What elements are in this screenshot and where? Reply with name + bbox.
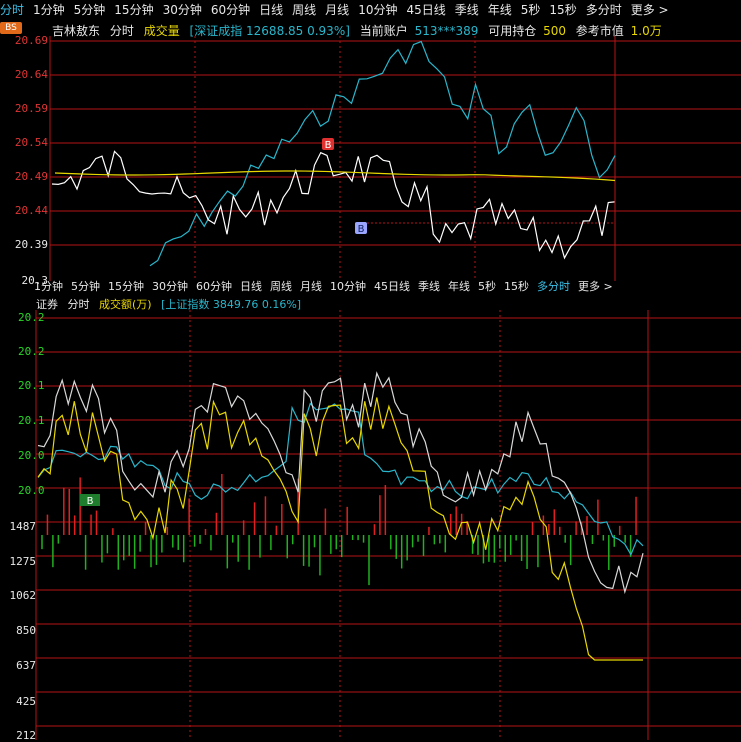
top-tab-10[interactable]: 45日线 xyxy=(406,1,445,18)
top-tab-6[interactable]: 日线 xyxy=(259,1,283,18)
volume-axis-tick: 637 xyxy=(16,659,36,672)
bottom-tab-7[interactable]: 月线 xyxy=(300,278,322,294)
bottom-tab-13[interactable]: 15秒 xyxy=(504,278,529,294)
volume-axis-tick: 1275 xyxy=(9,555,37,568)
bottom-price-tick: 20.2 xyxy=(18,345,45,358)
bottom-intraday-chart[interactable]: B xyxy=(0,310,741,740)
bottom-tab-10[interactable]: 季线 xyxy=(418,278,440,294)
bottom-tab-11[interactable]: 年线 xyxy=(448,278,470,294)
top-period-tabs: 分时 1分钟 5分钟 15分钟 30分钟 60分钟 日线 周线 月线 10分钟 45日线 季线 年线 5秒… xyxy=(0,0,678,18)
bottom-price-tick: 20.0 xyxy=(18,449,45,462)
bottom-price-tick: 20.1 xyxy=(18,379,45,392)
bottom-tab-0[interactable]: 1分钟 xyxy=(34,278,63,294)
bottom-price-tick: 20.0 xyxy=(18,484,45,497)
bottom-tab-4[interactable]: 60分钟 xyxy=(196,278,232,294)
top-tab-11[interactable]: 季线 xyxy=(455,1,479,18)
top-price-tick: 20.69 xyxy=(14,34,48,47)
top-tab-7[interactable]: 周线 xyxy=(292,1,316,18)
top-tab-2[interactable]: 5分钟 xyxy=(74,1,106,18)
volume-axis-tick: 1487 xyxy=(9,520,37,533)
bottom-tab-6[interactable]: 周线 xyxy=(270,278,292,294)
volume-axis-tick: 212 xyxy=(16,729,36,742)
top-tab-4[interactable]: 30分钟 xyxy=(163,1,202,18)
bottom-tab-3[interactable]: 30分钟 xyxy=(152,278,188,294)
top-price-tick: 20.49 xyxy=(14,170,48,183)
bottom-tab-14[interactable]: 多分时 xyxy=(537,278,570,294)
bottom-tab-15[interactable]: 更多 > xyxy=(578,278,613,294)
top-intraday-chart[interactable]: BB xyxy=(0,36,741,281)
bottom-buy-marker-label: B xyxy=(87,496,94,507)
bottom-price-tick: 20.1 xyxy=(18,414,45,427)
top-tab-0[interactable]: 分时 xyxy=(0,1,24,18)
volume-axis-tick: 425 xyxy=(16,695,36,708)
top-tab-8[interactable]: 月线 xyxy=(325,1,349,18)
top-tab-14[interactable]: 15秒 xyxy=(549,1,576,18)
bottom-period-tabs: 1分钟 5分钟 15分钟 30分钟 60分钟 日线 周线 月线 10分钟 45日线 季线 年线 5秒 15… xyxy=(34,277,621,295)
bottom-tab-2[interactable]: 15分钟 xyxy=(108,278,144,294)
top-buy-marker-blue-label: B xyxy=(358,224,365,235)
top-price-tick: 20.39 xyxy=(14,238,48,251)
bs-toggle-badge[interactable]: BS xyxy=(0,22,22,34)
top-price-tick: 20.44 xyxy=(14,204,48,217)
top-tab-3[interactable]: 15分钟 xyxy=(114,1,153,18)
top-price-tick: 20.64 xyxy=(14,68,48,81)
top-tab-1[interactable]: 1分钟 xyxy=(33,1,65,18)
volume-axis-tick: 1062 xyxy=(9,589,37,602)
top-tab-5[interactable]: 60分钟 xyxy=(211,1,250,18)
top-price-tick: 20.54 xyxy=(14,136,48,149)
top-price-tick: 20.59 xyxy=(14,102,48,115)
bottom-tab-8[interactable]: 10分钟 xyxy=(330,278,366,294)
top-buy-marker-red-label: B xyxy=(325,140,332,151)
bottom-tab-5[interactable]: 日线 xyxy=(240,278,262,294)
top-price-line xyxy=(51,150,615,260)
top-tab-13[interactable]: 5秒 xyxy=(521,1,541,18)
bottom-tab-12[interactable]: 5秒 xyxy=(478,278,496,294)
bottom-tab-9[interactable]: 45日线 xyxy=(374,278,410,294)
top-tab-9[interactable]: 10分钟 xyxy=(358,1,397,18)
top-tab-15[interactable]: 多分时 xyxy=(586,1,622,18)
top-tab-12[interactable]: 年线 xyxy=(488,1,512,18)
top-tab-16[interactable]: 更多 > xyxy=(631,1,669,18)
bottom-price-tick: 20.2 xyxy=(18,311,45,324)
volume-axis-tick: 850 xyxy=(16,624,36,637)
bottom-tab-1[interactable]: 5分钟 xyxy=(71,278,100,294)
